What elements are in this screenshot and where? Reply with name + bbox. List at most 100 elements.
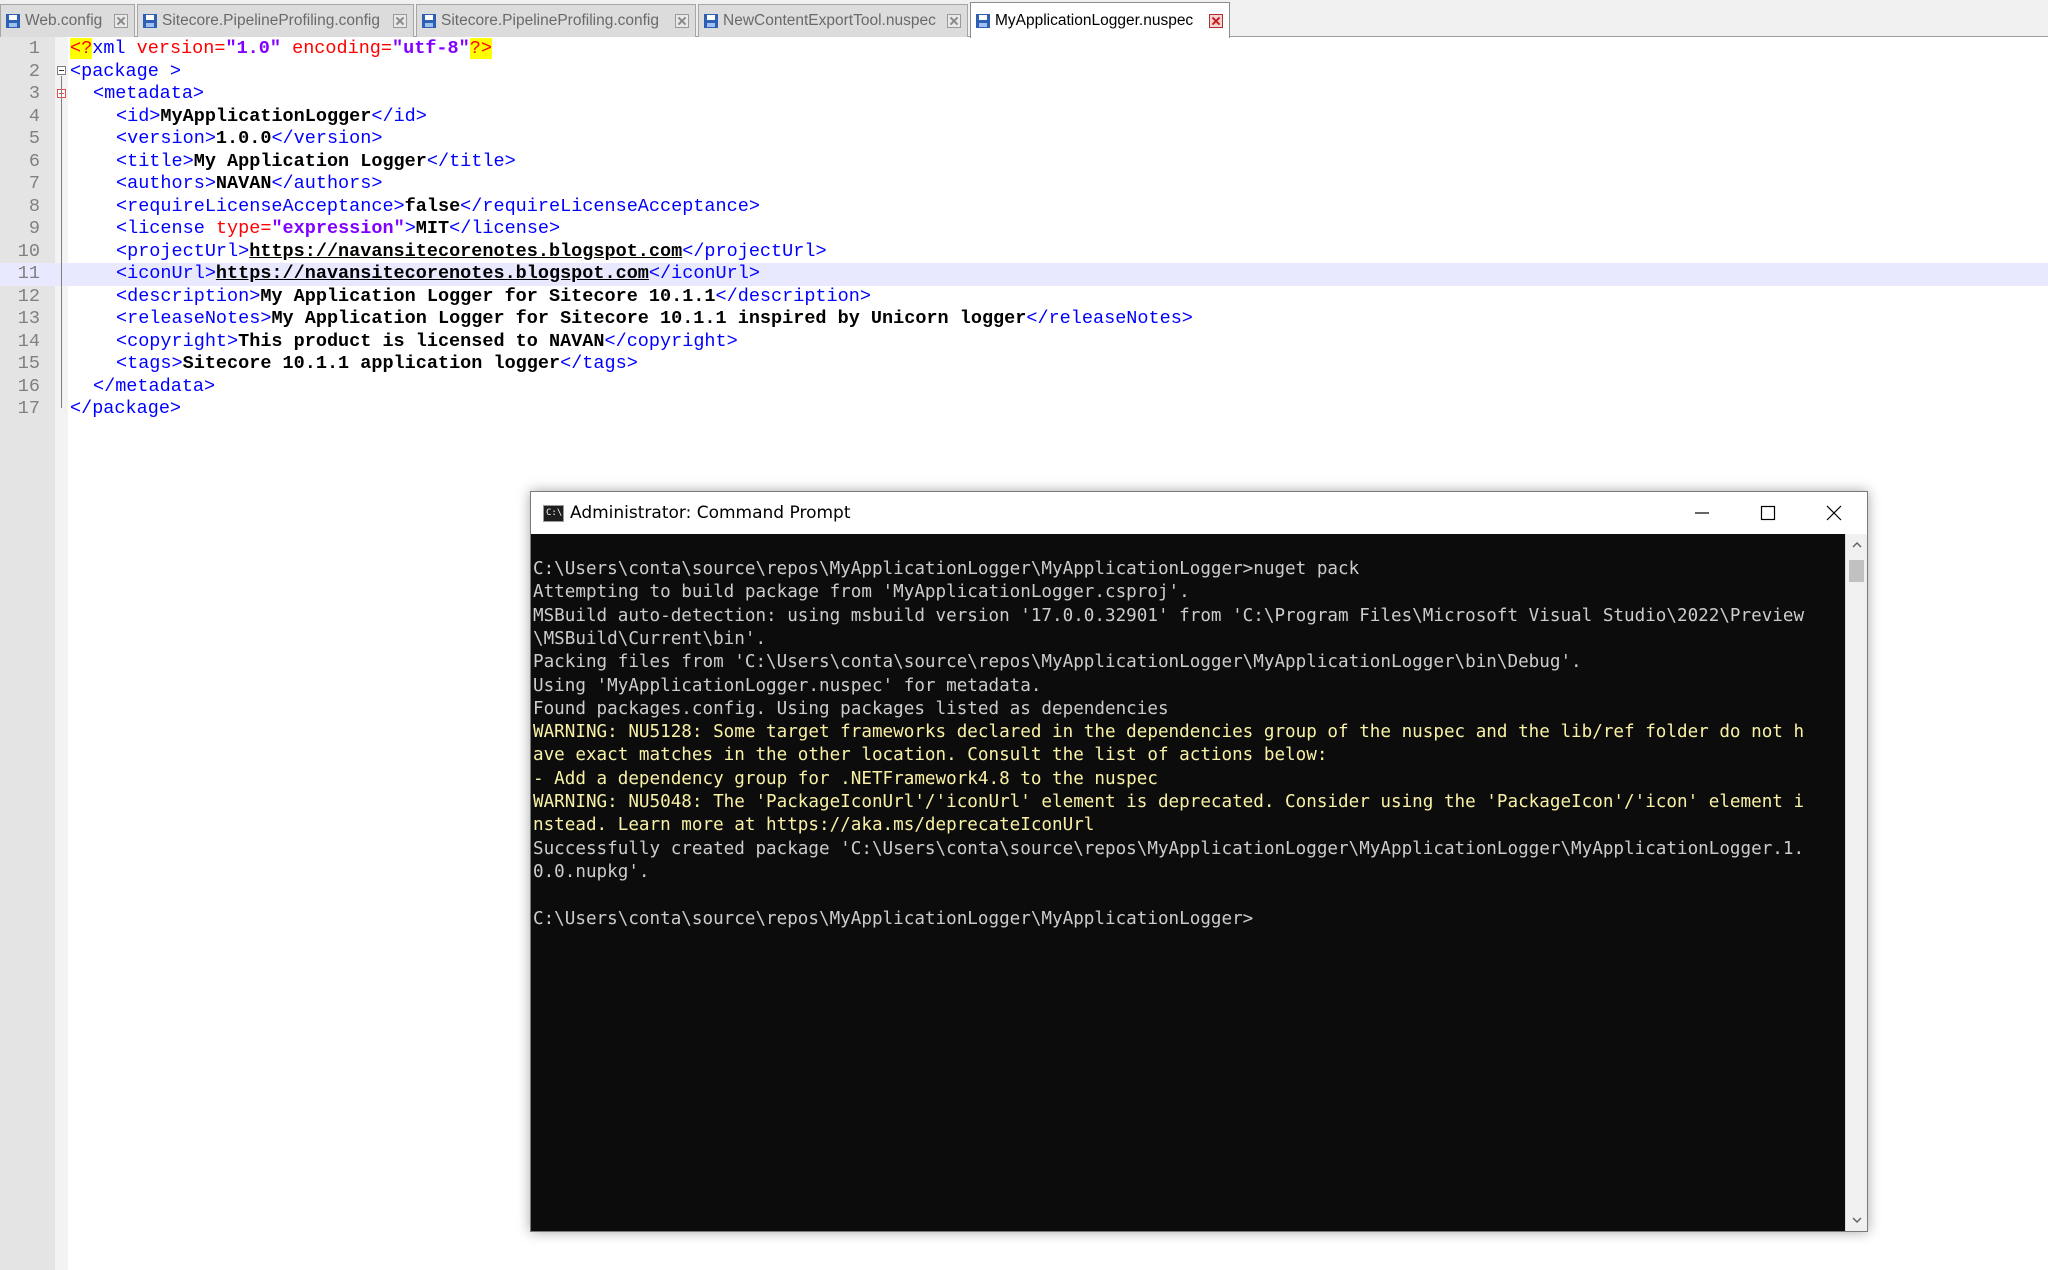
xml-text: My Application Logger <box>193 150 427 172</box>
minimize-button[interactable] <box>1669 492 1735 534</box>
maximize-button[interactable] <box>1735 492 1801 534</box>
line-number: 3 <box>28 83 40 104</box>
console-warning-line: ave exact matches in the other location.… <box>533 745 1328 766</box>
console-output[interactable]: C:\Users\conta\source\repos\MyApplicatio… <box>531 534 1845 1231</box>
console-warning-line: nstead. Learn more at https://aka.ms/dep… <box>533 815 1095 836</box>
scroll-up-arrow-icon[interactable] <box>1846 536 1867 554</box>
tab-label: NewContentExportTool.nuspec <box>723 12 936 29</box>
xml-attr-value: "1.0" <box>225 38 281 59</box>
xml-tag: <tags> <box>116 353 183 374</box>
code-line: 2 <package > <box>0 61 2048 84</box>
xml-tag: </requireLicenseAcceptance> <box>460 195 760 217</box>
xml-attr-value: "utf-8" <box>392 38 470 59</box>
xml-text: My Application Logger for Sitecore 10.1.… <box>260 285 716 307</box>
xml-pi-close: ?> <box>469 38 492 59</box>
icon-url-link[interactable]: https://navansitecorenotes.blogspot.com <box>216 263 649 284</box>
line-number: 10 <box>17 240 40 262</box>
close-tab-icon[interactable] <box>947 14 961 28</box>
code-line: 12 <description>My Application Logger fo… <box>0 286 2048 309</box>
xml-tag: <iconUrl> <box>116 263 216 284</box>
xml-text: Sitecore 10.1.1 application logger <box>182 353 561 374</box>
code-line: 3 <metadata> <box>0 83 2048 106</box>
xml-tag: <releaseNotes> <box>116 308 272 329</box>
code-line: 8 <requireLicenseAcceptance>false</requi… <box>0 196 2048 219</box>
fold-guide-line <box>61 76 62 408</box>
code-line: 9 <license type="expression">MIT</licens… <box>0 218 2048 241</box>
tab-pipeline-profiling-config-1[interactable]: Sitecore.PipelineProfiling.config <box>137 4 414 37</box>
xml-tag: <requireLicenseAcceptance> <box>116 195 405 217</box>
xml-tag: <package > <box>70 60 182 82</box>
tab-web-config[interactable]: Web.config <box>0 4 135 37</box>
save-file-icon <box>143 14 157 28</box>
xml-tag: <projectUrl> <box>116 240 250 262</box>
console-prompt-line[interactable]: C:\Users\conta\source\repos\MyApplicatio… <box>533 908 1253 931</box>
code-line: 1 <?xml version="1.0" encoding="utf-8"?> <box>0 38 2048 61</box>
line-number: 11 <box>17 263 40 284</box>
scroll-down-arrow-icon[interactable] <box>1846 1211 1867 1229</box>
line-number: 12 <box>17 285 40 307</box>
xml-text: MyApplicationLogger <box>160 105 372 127</box>
xml-tag: </version> <box>271 128 383 149</box>
scrollbar-thumb[interactable] <box>1849 560 1864 582</box>
close-tab-icon[interactable] <box>393 14 407 28</box>
xml-text: false <box>404 195 461 217</box>
line-number: 13 <box>17 308 40 329</box>
window-title: Administrator: Command Prompt <box>570 503 851 523</box>
console-line: Successfully created package 'C:\Users\c… <box>533 838 1805 859</box>
code-line: 6 <title>My Application Logger</title> <box>0 151 2048 174</box>
xml-tag: <version> <box>116 128 216 149</box>
line-number: 1 <box>28 38 40 59</box>
xml-pi-name: xml <box>92 38 126 59</box>
code-line: 7 <authors>NAVAN</authors> <box>0 173 2048 196</box>
line-number: 8 <box>28 195 40 217</box>
close-tab-icon[interactable] <box>675 14 689 28</box>
console-warning-line: WARNING: NU5048: The 'PackageIconUrl'/'i… <box>533 792 1805 812</box>
code-line: 16 </metadata> <box>0 376 2048 399</box>
tab-pipeline-profiling-config-2[interactable]: Sitecore.PipelineProfiling.config <box>416 4 696 37</box>
window-title-bar[interactable]: C:\ Administrator: Command Prompt <box>531 492 1867 534</box>
line-number: 16 <box>17 375 40 397</box>
xml-text: My Application Logger for Sitecore 10.1.… <box>271 308 1027 329</box>
command-prompt-window[interactable]: C:\ Administrator: Command Prompt C:\Use… <box>530 491 1868 1232</box>
xml-tag: </authors> <box>271 173 383 194</box>
xml-attr-value: "expression" <box>271 218 405 239</box>
xml-tag: <id> <box>116 105 161 127</box>
xml-attr: encoding= <box>292 38 393 59</box>
xml-pi-open: <? <box>70 38 93 59</box>
tab-label: Web.config <box>25 12 103 29</box>
xml-tag: <authors> <box>116 173 216 194</box>
code-line: 15 <tags>Sitecore 10.1.1 application log… <box>0 353 2048 376</box>
project-url-link[interactable]: https://navansitecorenotes.blogspot.com <box>249 241 682 262</box>
line-number: 6 <box>28 150 40 172</box>
code-line: 10 <projectUrl>https://navansitecorenote… <box>0 241 2048 264</box>
console-warning-line: - Add a dependency group for .NETFramewo… <box>533 768 1158 789</box>
xml-text: NAVAN <box>215 173 272 194</box>
xml-tag: </description> <box>715 285 871 307</box>
tab-newcontentexporttool-nuspec[interactable]: NewContentExportTool.nuspec <box>698 4 968 37</box>
console-line: 0.0.nupkg'. <box>533 861 650 882</box>
close-tab-icon[interactable] <box>114 14 128 28</box>
xml-text: This product is licensed to NAVAN <box>238 330 605 352</box>
code-line: 4 <id>MyApplicationLogger</id> <box>0 106 2048 129</box>
fold-toggle-icon[interactable] <box>57 66 66 75</box>
close-button[interactable] <box>1801 492 1867 534</box>
minimize-icon <box>1695 512 1709 514</box>
xml-tag: </metadata> <box>93 375 216 397</box>
xml-tag: <copyright> <box>116 330 239 352</box>
save-file-icon <box>976 13 990 28</box>
vertical-scrollbar[interactable] <box>1845 534 1867 1231</box>
close-tab-icon[interactable] <box>1209 13 1223 28</box>
xml-tag: </copyright> <box>604 330 738 352</box>
console-line: Packing files from 'C:\Users\conta\sourc… <box>533 652 1582 673</box>
xml-text: MIT <box>415 218 450 239</box>
xml-tag: </projectUrl> <box>682 240 827 262</box>
xml-tag: </license> <box>449 218 561 239</box>
xml-tag: <title> <box>116 150 194 172</box>
xml-tag: </tags> <box>560 353 638 374</box>
line-number: 14 <box>17 330 40 352</box>
line-number: 9 <box>28 218 40 239</box>
tab-myapplicationlogger-nuspec[interactable]: MyApplicationLogger.nuspec <box>970 2 1230 38</box>
code-line: 14 <copyright>This product is licensed t… <box>0 331 2048 354</box>
code-line: 5 <version>1.0.0</version> <box>0 128 2048 151</box>
xml-tag: </package> <box>70 398 182 419</box>
